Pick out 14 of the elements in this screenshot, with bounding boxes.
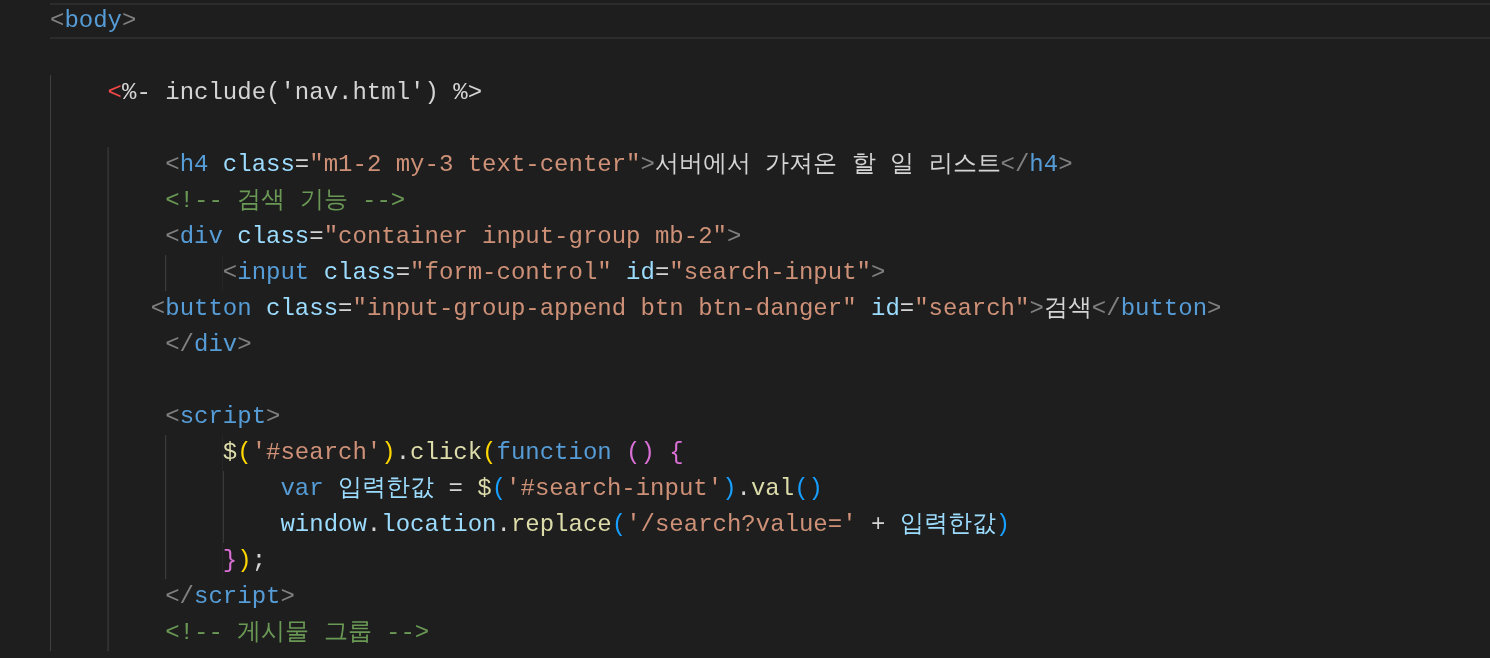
code-line: window.location.replace('/search?value=' + 입력한값): [50, 507, 1011, 543]
code-line: <button class="input-group-append btn btn-danger" id="search">검색</button>: [50, 291, 1222, 327]
code-line: <body>: [50, 5, 137, 37]
code-line: </script>: [50, 579, 295, 615]
code-line: <h4 class="m1-2 my-3 text-center">서버에서 가져온 할 일 리스트</h4>: [50, 147, 1073, 183]
code-line: $('#search').click(function () {: [50, 435, 684, 471]
code-line: <input class="form-control" id="search-input">: [50, 255, 886, 291]
code-line: <%- include('nav.html') %>: [50, 75, 483, 111]
code-comment: <!-- 게시물 그룹 -->: [50, 615, 430, 651]
code-comment: <!-- 검색 기능 -->: [50, 183, 406, 219]
code-line: var 입력한값 = $('#search-input').val(): [50, 471, 823, 507]
code-line: <div class="container input-group mb-2">: [50, 219, 742, 255]
code-line: <script>: [50, 399, 281, 435]
code-line: </div>: [50, 327, 252, 363]
